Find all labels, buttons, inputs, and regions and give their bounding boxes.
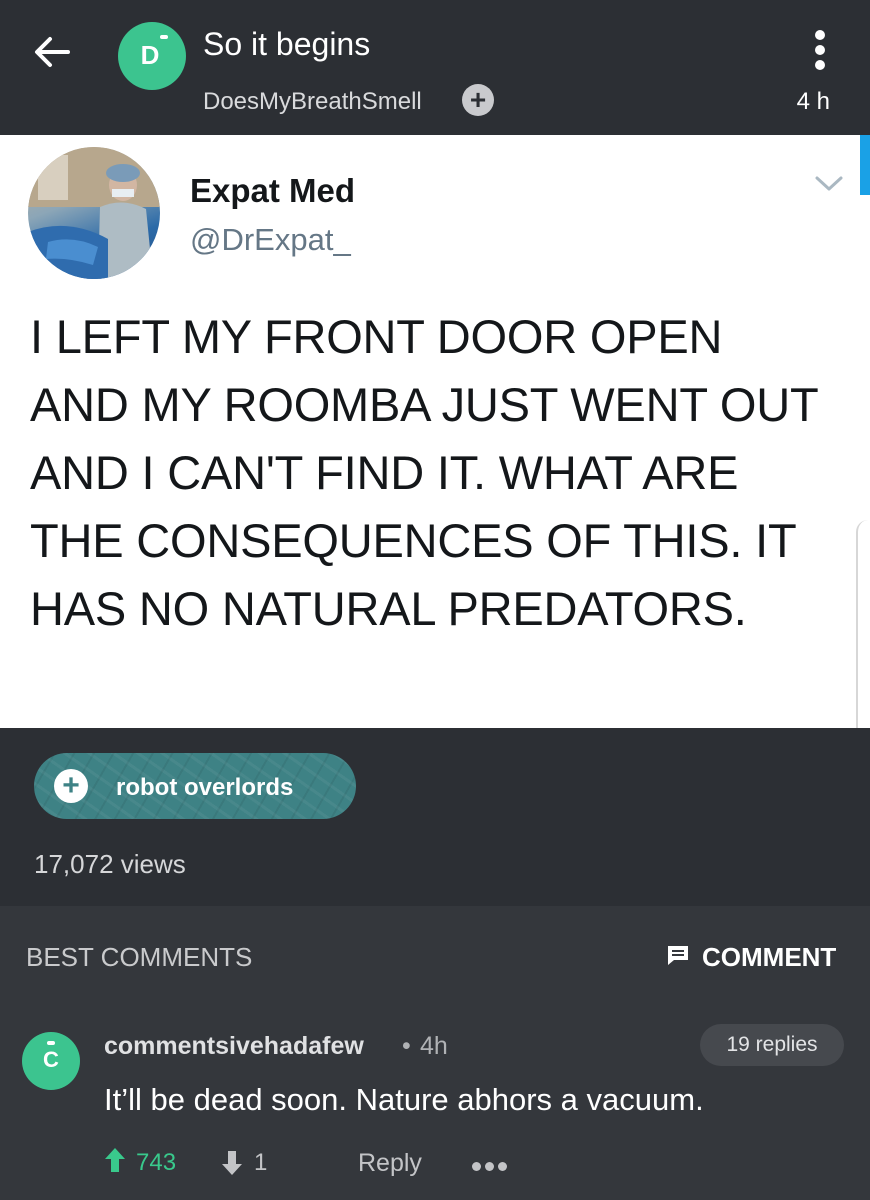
subreddit-avatar[interactable]: D <box>118 22 186 90</box>
post-header: D So it begins DoesMyBreathSmell + 4 h <box>0 0 870 135</box>
comment-icon <box>668 946 688 965</box>
tweet-author-handle: @DrExpat_ <box>190 222 351 257</box>
avatar-dot <box>160 35 168 39</box>
more-vertical-icon[interactable] <box>808 30 832 80</box>
tag-chip-robot-overlords[interactable]: + robot overlords <box>34 753 356 819</box>
comment-button-label: COMMENT <box>702 942 837 972</box>
post-title: So it begins <box>203 26 371 62</box>
comments-section: BEST COMMENTS COMMENT C commentsivehadaf… <box>0 906 870 1200</box>
comment-text: It’ll be dead soon. Nature abhors a vacu… <box>104 1082 704 1117</box>
tweet-image[interactable]: Expat Med @DrExpat_ I LEFT MY FRONT DOOR… <box>0 135 870 730</box>
reply-button[interactable]: Reply <box>358 1149 422 1178</box>
avatar-dot <box>47 1041 55 1045</box>
follow-plus-icon[interactable]: + <box>462 84 494 116</box>
upvote-arrow-icon[interactable] <box>104 1147 126 1173</box>
comment-time: 4h <box>420 1032 448 1060</box>
post-meta: + robot overlords 17,072 views <box>0 728 870 906</box>
tweet-text: I LEFT MY FRONT DOOR OPEN AND MY ROOMBA … <box>30 310 818 635</box>
image-edge-accent <box>860 135 870 195</box>
image-scroll-handle <box>856 520 870 730</box>
upvote-count: 743 <box>136 1149 177 1176</box>
plus-icon: + <box>54 769 88 803</box>
view-count: 17,072 views <box>34 849 186 879</box>
chevron-down-icon <box>815 176 843 191</box>
commenter-avatar[interactable]: C <box>22 1032 80 1090</box>
avatar-letter: C <box>43 1047 59 1072</box>
downvote-arrow-icon[interactable] <box>221 1150 243 1176</box>
tweet-author-name: Expat Med <box>190 172 356 209</box>
avatar-letter: D <box>140 40 160 70</box>
tag-label: robot overlords <box>116 774 294 801</box>
comment-author[interactable]: commentsivehadafew <box>104 1032 364 1061</box>
post-age: 4 h <box>796 88 830 115</box>
post-author[interactable]: DoesMyBreathSmell <box>203 88 422 116</box>
more-horizontal-icon[interactable] <box>472 1158 512 1171</box>
comments-sort-heading[interactable]: BEST COMMENTS <box>26 942 252 973</box>
arrow-back-icon[interactable] <box>30 30 74 74</box>
replies-button[interactable]: 19 replies <box>700 1024 844 1066</box>
tweet-avatar <box>28 147 160 279</box>
meta-separator: • <box>402 1032 411 1060</box>
downvote-count: 1 <box>254 1149 268 1176</box>
